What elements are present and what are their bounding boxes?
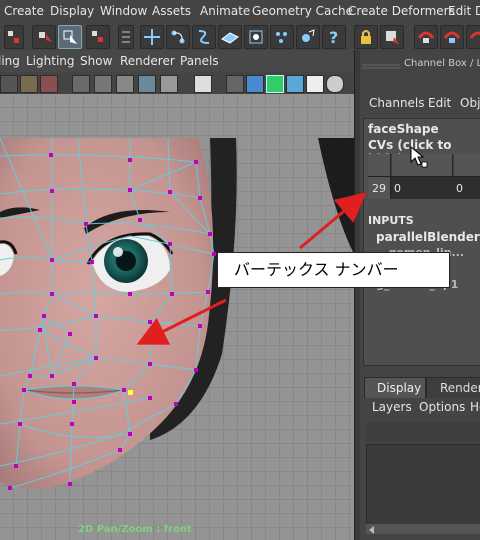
annotation-arrow-to-vertex [136, 298, 227, 345]
annotation-arrow-to-index [299, 192, 367, 250]
annotation-callout: バーテックス ナンバー [217, 252, 450, 288]
